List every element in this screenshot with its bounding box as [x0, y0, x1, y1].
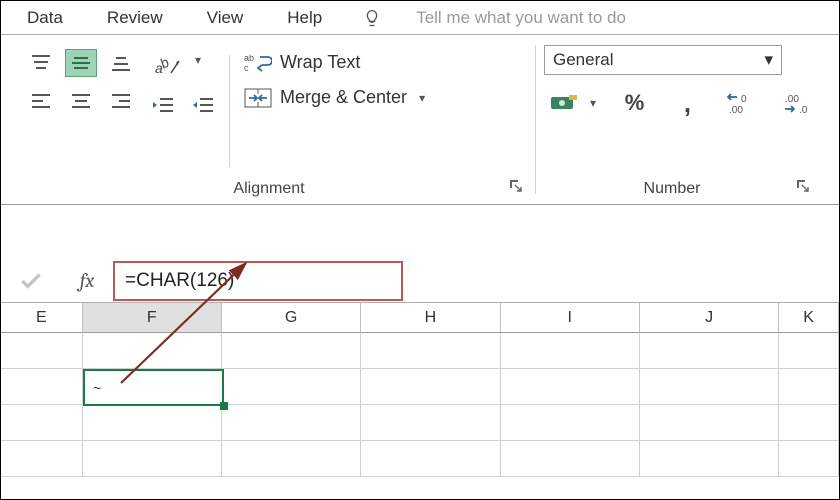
- svg-text:ab: ab: [244, 53, 254, 63]
- currency-icon: [549, 93, 579, 113]
- cell[interactable]: [83, 441, 222, 477]
- cell[interactable]: [222, 333, 361, 369]
- tell-me-search[interactable]: Tell me what you want to do: [394, 8, 648, 28]
- column-headers: E F G H I J K: [1, 303, 839, 333]
- group-number-label: Number: [548, 180, 796, 198]
- svg-text:.0: .0: [799, 105, 808, 114]
- active-cell[interactable]: ~: [83, 369, 224, 406]
- column-header-k[interactable]: K: [779, 303, 839, 333]
- cell[interactable]: [779, 405, 839, 441]
- cell[interactable]: [1, 441, 83, 477]
- svg-text:.00: .00: [729, 105, 743, 114]
- formula-text: =CHAR(126): [125, 270, 234, 292]
- merge-center-button[interactable]: Merge & Center ▾: [240, 85, 429, 110]
- worksheet-grid[interactable]: E F G H I J K: [1, 303, 839, 477]
- cell[interactable]: [361, 333, 500, 369]
- tab-review[interactable]: Review: [85, 8, 185, 28]
- accounting-caret-icon[interactable]: ▾: [586, 96, 596, 110]
- column-header-i[interactable]: I: [501, 303, 640, 333]
- increase-indent-button[interactable]: [187, 91, 219, 119]
- svg-text:c: c: [244, 63, 249, 73]
- percent-style-button[interactable]: %: [620, 89, 649, 117]
- formula-bar: fx =CHAR(126): [1, 259, 839, 303]
- orientation-caret-icon[interactable]: ▾: [191, 53, 201, 67]
- column-header-j[interactable]: J: [640, 303, 779, 333]
- svg-text:.00: .00: [785, 94, 799, 105]
- cell[interactable]: [640, 441, 779, 477]
- chevron-down-icon: ▾: [764, 50, 773, 70]
- cell[interactable]: [640, 333, 779, 369]
- align-top-button[interactable]: [25, 49, 57, 77]
- cell[interactable]: [361, 441, 500, 477]
- group-alignment: a b ▾: [17, 35, 535, 204]
- decrease-indent-button[interactable]: [147, 91, 179, 119]
- cell[interactable]: [501, 333, 640, 369]
- cell[interactable]: [83, 405, 222, 441]
- column-header-f[interactable]: F: [83, 303, 222, 333]
- cell[interactable]: [640, 405, 779, 441]
- wrap-text-label: Wrap Text: [280, 52, 360, 73]
- number-format-value: General: [553, 50, 613, 70]
- cell[interactable]: [222, 405, 361, 441]
- cell[interactable]: [1, 405, 83, 441]
- cell[interactable]: [222, 369, 361, 405]
- cell[interactable]: [640, 369, 779, 405]
- lightbulb-icon: [344, 8, 394, 28]
- cell[interactable]: [222, 441, 361, 477]
- grid-row: [1, 405, 839, 441]
- fill-handle[interactable]: [220, 402, 228, 410]
- ribbon: a b ▾: [1, 35, 839, 205]
- cell[interactable]: [361, 405, 500, 441]
- cell[interactable]: [1, 369, 83, 405]
- wrap-text-button[interactable]: ab c Wrap Text: [240, 49, 429, 75]
- merge-center-label: Merge & Center: [280, 87, 407, 108]
- merge-center-caret-icon[interactable]: ▾: [415, 91, 425, 105]
- column-header-e[interactable]: E: [1, 303, 83, 333]
- active-cell-value: ~: [93, 380, 101, 396]
- tab-data[interactable]: Data: [5, 8, 85, 28]
- cell[interactable]: [779, 441, 839, 477]
- enter-check-icon[interactable]: [1, 268, 61, 294]
- cell[interactable]: [779, 369, 839, 405]
- align-left-button[interactable]: [25, 87, 57, 115]
- alignment-dialog-launcher[interactable]: [509, 179, 523, 198]
- cell[interactable]: [1, 333, 83, 369]
- align-middle-button[interactable]: [65, 49, 97, 77]
- align-bottom-button[interactable]: [105, 49, 137, 77]
- cell[interactable]: [83, 333, 222, 369]
- column-header-g[interactable]: G: [222, 303, 361, 333]
- cell[interactable]: [501, 369, 640, 405]
- merge-center-icon: [244, 88, 272, 108]
- grid-row: [1, 441, 839, 477]
- group-number: General ▾ ▾ % ,: [536, 35, 822, 204]
- align-right-button[interactable]: [105, 87, 137, 115]
- cell[interactable]: [361, 369, 500, 405]
- svg-text:0: 0: [741, 94, 747, 105]
- number-dialog-launcher[interactable]: [796, 179, 810, 198]
- formula-input[interactable]: =CHAR(126): [113, 261, 403, 301]
- cell[interactable]: [779, 333, 839, 369]
- menu-bar: Data Review View Help Tell me what you w…: [1, 1, 839, 35]
- decrease-decimal-button[interactable]: .00 .0: [782, 89, 814, 117]
- cell[interactable]: [501, 405, 640, 441]
- number-format-dropdown[interactable]: General ▾: [544, 45, 782, 75]
- tab-view[interactable]: View: [185, 8, 266, 28]
- group-alignment-label: Alignment: [29, 180, 509, 198]
- tab-help[interactable]: Help: [265, 8, 344, 28]
- grid-row: [1, 333, 839, 369]
- align-center-button[interactable]: [65, 87, 97, 115]
- orientation-button[interactable]: a b: [147, 53, 187, 81]
- comma-style-button[interactable]: ,: [673, 89, 702, 117]
- wrap-text-icon: ab c: [244, 51, 272, 73]
- cell[interactable]: [501, 441, 640, 477]
- accounting-format-button[interactable]: [544, 89, 584, 117]
- increase-decimal-button[interactable]: 0 .00: [726, 89, 758, 117]
- insert-function-button[interactable]: fx: [61, 269, 113, 292]
- column-header-h[interactable]: H: [361, 303, 500, 333]
